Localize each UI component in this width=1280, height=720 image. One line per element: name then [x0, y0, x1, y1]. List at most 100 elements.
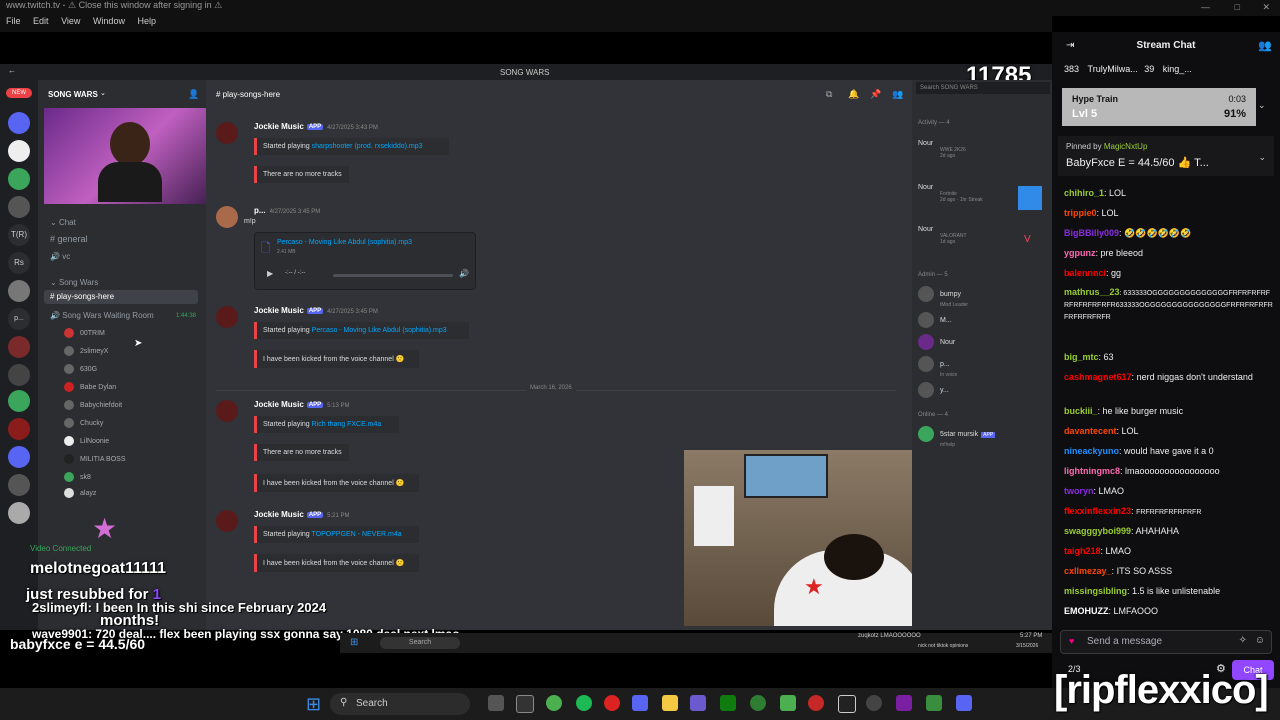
- audio-progress[interactable]: [333, 274, 453, 277]
- bell-icon[interactable]: 🔔: [848, 89, 859, 100]
- chevron-down-icon[interactable]: ⌄: [1258, 100, 1266, 111]
- xbox-icon[interactable]: [720, 695, 736, 711]
- pin-icon[interactable]: 📌: [870, 89, 881, 100]
- chevron-down-icon[interactable]: ⌄: [1258, 152, 1266, 163]
- app-icon[interactable]: [926, 695, 942, 711]
- threads-icon[interactable]: ⧉: [826, 89, 832, 100]
- play-icon[interactable]: ▶: [267, 269, 273, 278]
- chevron-down-icon[interactable]: ⌄: [100, 89, 106, 97]
- channel-play-songs-here[interactable]: # play-songs-here: [44, 290, 198, 304]
- windows-icon[interactable]: ⊞: [306, 694, 321, 715]
- member-item[interactable]: y...: [918, 382, 949, 398]
- voice-user[interactable]: 630G: [64, 364, 97, 374]
- server-icon[interactable]: [8, 336, 30, 358]
- channel-vc[interactable]: 🔊 vc: [50, 252, 70, 261]
- menu-window[interactable]: Window: [93, 16, 125, 26]
- chat-line: buckiii_: he like burger music: [1064, 406, 1184, 416]
- server-icon[interactable]: [8, 280, 30, 302]
- server-icon[interactable]: Rs: [8, 252, 30, 274]
- server-icon[interactable]: [8, 140, 30, 162]
- waiting-room-timer: 1:44:38: [176, 313, 197, 319]
- app-icon[interactable]: [808, 695, 824, 711]
- member-item[interactable]: Nour: [918, 334, 955, 350]
- server-icon[interactable]: [8, 196, 30, 218]
- voice-user[interactable]: sk8: [64, 472, 91, 482]
- menu-help[interactable]: Help: [137, 16, 156, 26]
- spotify-icon[interactable]: [576, 695, 592, 711]
- voice-user[interactable]: alayz: [64, 488, 96, 498]
- hype-train[interactable]: Hype Train Lvl 5 0:03 91%: [1062, 88, 1256, 126]
- member-item[interactable]: p... In voice: [918, 356, 957, 378]
- voice-user[interactable]: Chucky: [64, 418, 103, 428]
- activity-card[interactable]: Nour Fortnite 2d ago · 1hr Streak: [918, 184, 983, 203]
- app-icon[interactable]: [690, 695, 706, 711]
- category-song-wars[interactable]: ⌄ Song Wars: [50, 278, 98, 287]
- chat-input[interactable]: ♥ Send a message ✧ ☺: [1060, 630, 1272, 654]
- star-icon: ★: [92, 513, 118, 544]
- member-item[interactable]: M...: [918, 312, 952, 328]
- search-input[interactable]: Search SONG WARS: [916, 82, 1050, 94]
- server-icon[interactable]: [8, 418, 30, 440]
- taskbar-search[interactable]: ⚲ Search: [330, 693, 470, 715]
- volume-icon[interactable]: 🔊: [459, 269, 469, 278]
- server-icon[interactable]: [8, 112, 30, 134]
- activity-card[interactable]: Nour WWE 2K26 2d ago: [918, 140, 966, 159]
- tts-line: 2slimeyfl: I been In this shi since Febr…: [32, 600, 327, 615]
- server-icon[interactable]: [8, 390, 30, 412]
- openai-icon[interactable]: [866, 695, 882, 711]
- server-icon[interactable]: [8, 474, 30, 496]
- server-icon[interactable]: [8, 446, 30, 468]
- opera-icon[interactable]: [604, 695, 620, 711]
- server-icon[interactable]: [8, 168, 30, 190]
- users-icon[interactable]: 👥: [1258, 39, 1272, 52]
- back-arrow-icon[interactable]: ←: [8, 66, 16, 75]
- tts-line: babyfxce e = 44.5/60: [10, 636, 146, 652]
- category-chat[interactable]: ⌄ Chat: [50, 218, 76, 227]
- bits-icon[interactable]: ✧: [1239, 635, 1247, 646]
- file-name[interactable]: Percaso - Moving Like Abdul (sophitia).m…: [277, 239, 412, 246]
- maximize-icon[interactable]: □: [1235, 2, 1240, 12]
- server-icon[interactable]: p...: [8, 308, 30, 330]
- voice-user[interactable]: MILITIA BOSS: [64, 454, 126, 464]
- voice-user[interactable]: Babychiefdoit: [64, 400, 122, 410]
- avatar: [216, 306, 238, 328]
- app-icon[interactable]: [780, 695, 796, 711]
- voice-user[interactable]: LilNoonie: [64, 436, 109, 446]
- voice-user[interactable]: 00TRIM: [64, 328, 105, 338]
- folder-icon[interactable]: [662, 695, 678, 711]
- pinned-message[interactable]: Pinned by MagicNxtUp BabyFxce E = 44.5/6…: [1058, 136, 1274, 176]
- windows-icon[interactable]: ⊞: [350, 637, 358, 648]
- app-icon[interactable]: [956, 695, 972, 711]
- menu-edit[interactable]: Edit: [33, 16, 49, 26]
- voice-user[interactable]: 2slimeyX: [64, 346, 108, 356]
- cursor-icon: ➤: [134, 338, 143, 349]
- app-icon[interactable]: [750, 695, 766, 711]
- chat-line: ygpunz: pre bleeod: [1064, 248, 1144, 258]
- members-icon[interactable]: 👥: [892, 89, 903, 100]
- server-icon[interactable]: [8, 364, 30, 386]
- app-icon[interactable]: [838, 695, 856, 713]
- inner-search[interactable]: Search: [380, 637, 460, 649]
- channel-general[interactable]: # general: [50, 234, 88, 244]
- menu-file[interactable]: File: [6, 16, 21, 26]
- discord-icon[interactable]: [632, 695, 648, 711]
- app-icon[interactable]: [516, 695, 534, 713]
- member-item[interactable]: bumpy tMod Leader: [918, 286, 968, 308]
- channel-waiting-room[interactable]: 🔊 Song Wars Waiting Room: [50, 311, 154, 320]
- emote-icon[interactable]: ☺: [1255, 635, 1265, 646]
- member-item[interactable]: 5star mursik APP m!help: [918, 426, 996, 448]
- chrome-icon[interactable]: [546, 695, 562, 711]
- server-icon[interactable]: [8, 502, 30, 524]
- activity-card[interactable]: Nour VALORANT 1d ago: [918, 226, 967, 245]
- server-name[interactable]: SONG WARS: [48, 90, 98, 99]
- add-user-icon[interactable]: 👤: [188, 89, 199, 100]
- minimize-icon[interactable]: —: [1201, 2, 1210, 12]
- task-view-icon[interactable]: [488, 695, 504, 711]
- close-icon[interactable]: ✕: [1262, 2, 1270, 13]
- menu-view[interactable]: View: [61, 16, 80, 26]
- chat-line: trippie0: LOL: [1064, 208, 1119, 218]
- audio-attachment: 🗋 Percaso - Moving Like Abdul (sophitia)…: [254, 232, 476, 290]
- voice-user[interactable]: Babe Dylan: [64, 382, 116, 392]
- server-icon[interactable]: T(R): [8, 224, 30, 246]
- app-icon[interactable]: [896, 695, 912, 711]
